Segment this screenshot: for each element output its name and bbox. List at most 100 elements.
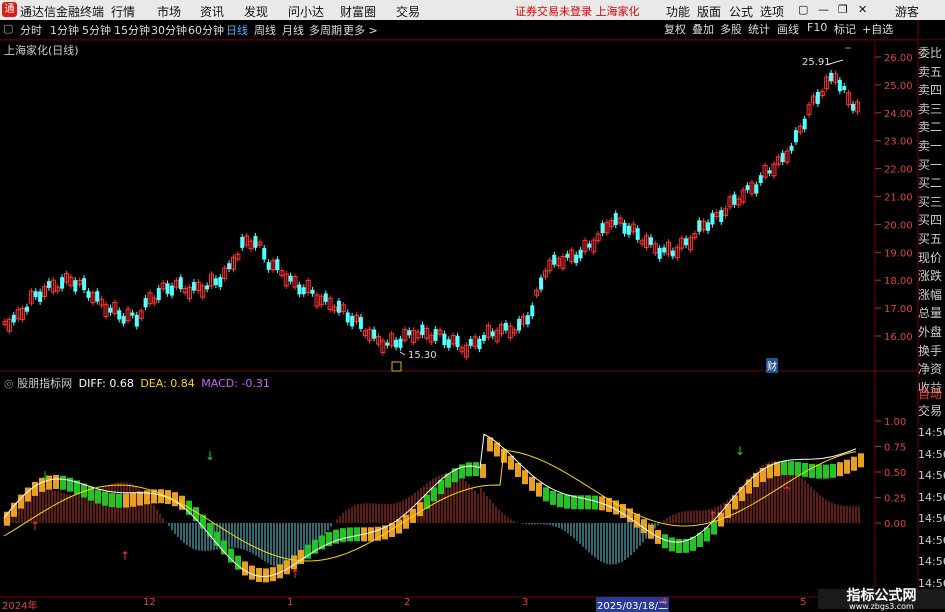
candle-down	[394, 339, 399, 348]
quote-buy2[interactable]: 买二	[918, 174, 945, 193]
block-green	[550, 490, 556, 505]
quote-pct[interactable]: 涨幅	[918, 286, 945, 305]
candle-down	[684, 238, 689, 246]
block-orange	[123, 493, 129, 508]
price-tick-label: 17.00	[884, 304, 913, 315]
block-green	[585, 495, 591, 510]
candle-down	[266, 262, 271, 270]
block-green	[557, 493, 563, 508]
date-label-3: 2	[404, 597, 411, 608]
indicator-tick-label: 1.00	[884, 417, 906, 428]
block-green	[543, 487, 549, 502]
block-orange	[242, 561, 248, 576]
quote-turnover[interactable]: 换手	[918, 342, 945, 361]
block-green	[340, 528, 346, 543]
block-green	[109, 493, 115, 508]
block-orange	[858, 453, 864, 468]
block-green	[466, 462, 472, 477]
buy-arrow-icon: ↑	[290, 567, 300, 581]
block-green	[669, 537, 675, 552]
price-tick-label: 25.00	[884, 81, 913, 92]
block-orange	[368, 527, 374, 542]
price-tick-label: 21.00	[884, 193, 913, 204]
tick-times: 14:56 14:56 14:56 14:56 14:56 14:56 14:5…	[918, 422, 945, 594]
candle-down	[420, 324, 425, 336]
block-green	[823, 464, 829, 479]
candle-down	[165, 283, 170, 294]
indicator-tick-label: 0.25	[884, 494, 906, 505]
quote-volume[interactable]: 总量	[918, 304, 945, 323]
trade-tab[interactable]: 交易	[918, 403, 945, 420]
block-green	[781, 461, 787, 476]
quote-sell3[interactable]: 卖三	[918, 100, 945, 119]
tick-time: 14:56	[918, 426, 945, 439]
quote-sell4[interactable]: 卖四	[918, 81, 945, 100]
quote-sell5[interactable]: 卖五	[918, 63, 945, 82]
low-marker-icon[interactable]	[391, 361, 402, 372]
finance-marker[interactable]: 财	[766, 358, 778, 373]
chart-title: 上海家化(日线)	[4, 44, 79, 57]
block-orange	[249, 565, 255, 580]
quote-price[interactable]: 现价	[918, 249, 945, 268]
block-green	[60, 475, 66, 490]
indicator-tick-label: 0.00	[884, 519, 906, 530]
candle-down	[385, 342, 390, 346]
candle-down	[11, 314, 16, 323]
block-orange	[844, 459, 850, 474]
block-green	[662, 534, 668, 549]
date-label-1: 12	[143, 597, 156, 608]
block-green	[95, 489, 101, 504]
candle-down	[253, 236, 258, 248]
block-green	[802, 462, 808, 477]
quote-buy5[interactable]: 买五	[918, 230, 945, 249]
candle-down	[829, 72, 834, 82]
dea-value: DEA: 0.84	[140, 377, 195, 390]
chart-canvas[interactable]: ↑↑↑↓↓↑↑↓ 26.0025.0024.0023.0022.0021.002…	[0, 0, 945, 609]
date-label-7: 5	[800, 597, 807, 608]
diff-value: DIFF: 0.68	[78, 377, 134, 390]
candle-down	[121, 315, 126, 324]
block-orange	[32, 481, 38, 496]
price-tick-label: 26.00	[884, 53, 913, 64]
candle-down	[706, 222, 711, 231]
date-label-6: 4	[661, 597, 668, 608]
quote-panel: 委比 卖五 卖四 卖三 卖二 卖一 买一 买二 买三 买四 买五 现价 涨跌 涨…	[918, 44, 945, 397]
candle-down	[442, 333, 447, 346]
indicator-toggle-icon[interactable]: ◎	[4, 377, 14, 390]
indicator-name[interactable]: 股朋指标网	[17, 377, 72, 390]
date-label-2: 1	[287, 597, 294, 608]
candle-down	[336, 300, 341, 313]
candle-down	[789, 145, 794, 151]
candle-down	[455, 335, 460, 348]
block-green	[431, 487, 437, 502]
quote-buy4[interactable]: 买四	[918, 211, 945, 230]
quote-sell1[interactable]: 卖一	[918, 137, 945, 156]
tick-time: 14:56	[918, 469, 945, 482]
block-orange	[746, 479, 752, 494]
quote-change[interactable]: 涨跌	[918, 267, 945, 286]
candle-down	[648, 237, 653, 245]
tick-time: 14:56	[918, 490, 945, 504]
date-cursor-label: 2025/03/18/二	[596, 597, 670, 612]
candle-down	[622, 222, 627, 234]
block-orange	[11, 502, 17, 517]
candle-down	[657, 247, 662, 259]
quote-sell2[interactable]: 卖二	[918, 118, 945, 137]
buy-arrow-icon: ↑	[30, 519, 40, 533]
block-green	[788, 461, 794, 476]
quote-netasset[interactable]: 净资	[918, 360, 945, 379]
quote-buy1[interactable]: 买一	[918, 156, 945, 175]
block-orange	[529, 476, 535, 491]
quote-weibi[interactable]: 委比	[918, 44, 945, 63]
block-orange	[774, 462, 780, 477]
block-green	[354, 527, 360, 542]
quote-outer[interactable]: 外盘	[918, 323, 945, 342]
low-price-label: 15.30	[408, 350, 437, 361]
candle-down	[635, 228, 640, 240]
low-pointer	[399, 351, 406, 356]
candle-down	[407, 330, 412, 336]
quote-buy3[interactable]: 买三	[918, 193, 945, 212]
candle-down	[86, 291, 91, 298]
block-green	[347, 527, 353, 542]
auto-trade-tab[interactable]: 自动	[918, 386, 945, 403]
